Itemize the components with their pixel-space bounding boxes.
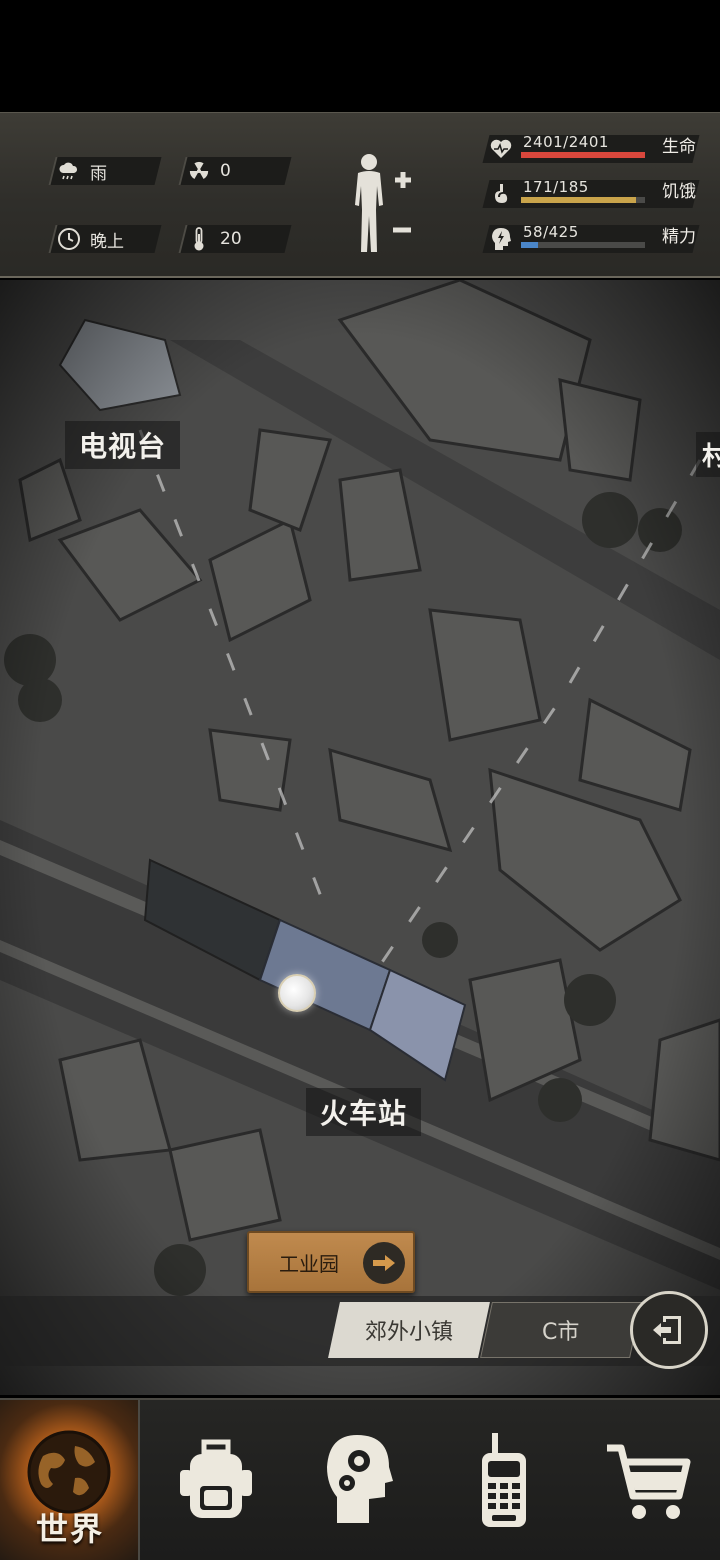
travel-destination-button[interactable]: 工业园 bbox=[247, 1231, 415, 1293]
hunger-label: 饥饿 bbox=[662, 182, 696, 202]
radiation-stat: 0 bbox=[178, 157, 292, 185]
region-tab-city[interactable]: C市 bbox=[480, 1302, 642, 1358]
skills-head-icon bbox=[327, 1435, 393, 1523]
health-bar bbox=[521, 152, 645, 158]
time-text: 晚上 bbox=[90, 231, 124, 252]
location-label-train-station[interactable]: 火车站 bbox=[306, 1088, 422, 1136]
health-value: 2401/2401 bbox=[523, 133, 609, 151]
nav-world-tab[interactable]: 世界 bbox=[0, 1400, 140, 1560]
player-location-marker bbox=[278, 974, 316, 1012]
time-stat: 晚上 bbox=[48, 225, 162, 253]
hunger-bar bbox=[521, 197, 645, 203]
stomach-icon bbox=[486, 180, 516, 208]
body-figure-icon bbox=[355, 154, 411, 252]
region-tab-suburb-label: 郊外小镇 bbox=[364, 1320, 453, 1345]
health-vital: 2401/2401 生命 bbox=[478, 131, 706, 165]
temperature-stat: 20 bbox=[178, 225, 292, 253]
nav-shop-tab[interactable] bbox=[576, 1400, 720, 1560]
cart-icon bbox=[607, 1444, 691, 1519]
destination-label: 工业园 bbox=[279, 1251, 339, 1276]
backpack-icon bbox=[180, 1439, 252, 1518]
nav-backpack-tab[interactable] bbox=[144, 1400, 288, 1560]
clock-icon bbox=[54, 225, 84, 253]
region-tab-suburb[interactable]: 郊外小镇 bbox=[328, 1302, 490, 1358]
nav-world-label: 世界 bbox=[36, 1510, 105, 1548]
heart-icon bbox=[486, 135, 516, 163]
health-label: 生命 bbox=[662, 137, 696, 157]
nav-radio-tab[interactable] bbox=[432, 1400, 576, 1560]
rain-cloud-icon bbox=[54, 157, 84, 185]
exit-button[interactable] bbox=[630, 1291, 708, 1369]
head-lightning-icon bbox=[486, 225, 516, 253]
bottom-nav: 世界 bbox=[0, 1398, 720, 1560]
radiation-icon bbox=[184, 157, 214, 185]
hunger-value: 171/185 bbox=[523, 178, 589, 196]
weather-stat: 雨 bbox=[48, 157, 162, 185]
energy-label: 精力 bbox=[662, 227, 696, 247]
temperature-text: 20 bbox=[220, 229, 242, 249]
hunger-vital: 171/185 饥饿 bbox=[478, 176, 706, 210]
energy-bar bbox=[521, 242, 645, 248]
region-tab-city-label: C市 bbox=[542, 1320, 580, 1345]
location-label-partial[interactable]: 村 bbox=[696, 432, 720, 477]
world-map[interactable]: 电视台 火车站 村 bbox=[0, 280, 720, 1395]
thermometer-icon bbox=[184, 225, 214, 253]
nav-skills-tab[interactable] bbox=[288, 1400, 432, 1560]
location-label-tv-station[interactable]: 电视台 bbox=[65, 421, 181, 469]
energy-value: 58/425 bbox=[523, 223, 579, 241]
body-status-button[interactable] bbox=[345, 150, 425, 260]
radiation-text: 0 bbox=[220, 161, 231, 181]
radio-icon bbox=[482, 1433, 526, 1527]
energy-vital: 58/425 精力 bbox=[478, 221, 706, 255]
arrow-right-icon bbox=[363, 1242, 405, 1284]
weather-text: 雨 bbox=[90, 163, 107, 184]
exit-door-icon bbox=[653, 1316, 681, 1344]
